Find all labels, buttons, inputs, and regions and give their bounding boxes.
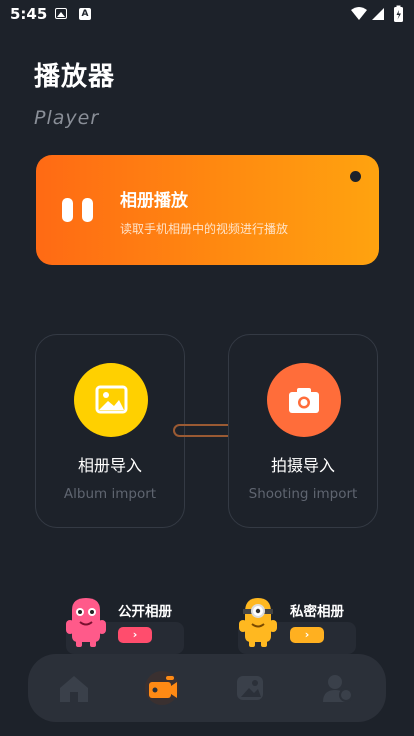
album-import-circle	[74, 363, 148, 437]
album-import-label: 相册导入	[77, 456, 142, 475]
private-album-label: 私密相册	[290, 604, 344, 620]
home-icon	[60, 676, 88, 702]
shooting-import-sublabel: Shooting import	[248, 486, 358, 502]
nav-home-tab[interactable]	[54, 668, 94, 708]
signal-icon	[372, 8, 384, 20]
public-album-entry[interactable]: 公开相册 ›	[58, 596, 188, 654]
shooting-import-circle	[267, 363, 341, 437]
status-bar: 5:45 A	[0, 0, 414, 28]
status-icons	[351, 5, 403, 22]
yellow-minion-icon	[239, 598, 277, 647]
image-notification-icon	[55, 8, 67, 19]
album-import-sublabel: Album import	[63, 486, 157, 502]
wifi-icon	[351, 7, 367, 20]
banner-title: 相册播放	[120, 191, 188, 211]
nav-profile-tab[interactable]	[318, 668, 358, 708]
banner-subtitle: 读取手机相册中的视频进行播放	[120, 222, 289, 236]
page-title: 播放器	[34, 62, 116, 92]
nav-gallery-tab[interactable]	[230, 668, 270, 708]
public-album-arrow-button[interactable]: ›	[118, 627, 152, 643]
private-album-arrow-button[interactable]: ›	[290, 627, 324, 643]
page-subtitle: Player	[34, 107, 100, 129]
shooting-import-card[interactable]: 拍摄导入 Shooting import	[228, 334, 378, 528]
nav-video-tab[interactable]	[142, 668, 182, 708]
camera-icon	[289, 388, 319, 413]
album-import-card[interactable]: 相册导入 Album import	[35, 334, 185, 528]
banner-dot	[350, 171, 361, 182]
a-notification-icon: A	[79, 8, 91, 20]
video-icon	[145, 671, 179, 705]
shooting-import-label: 拍摄导入	[270, 456, 335, 475]
gallery-icon	[237, 676, 263, 700]
image-icon	[95, 385, 128, 414]
pink-monster-icon	[66, 598, 106, 647]
public-album-label: 公开相册	[118, 604, 172, 620]
bottom-nav	[28, 654, 386, 722]
pause-icon	[62, 198, 96, 222]
private-album-entry[interactable]: 私密相册 ›	[230, 596, 360, 654]
profile-icon	[323, 675, 353, 702]
album-play-banner[interactable]: 相册播放 读取手机相册中的视频进行播放	[36, 155, 379, 265]
status-time: 5:45	[10, 5, 48, 23]
